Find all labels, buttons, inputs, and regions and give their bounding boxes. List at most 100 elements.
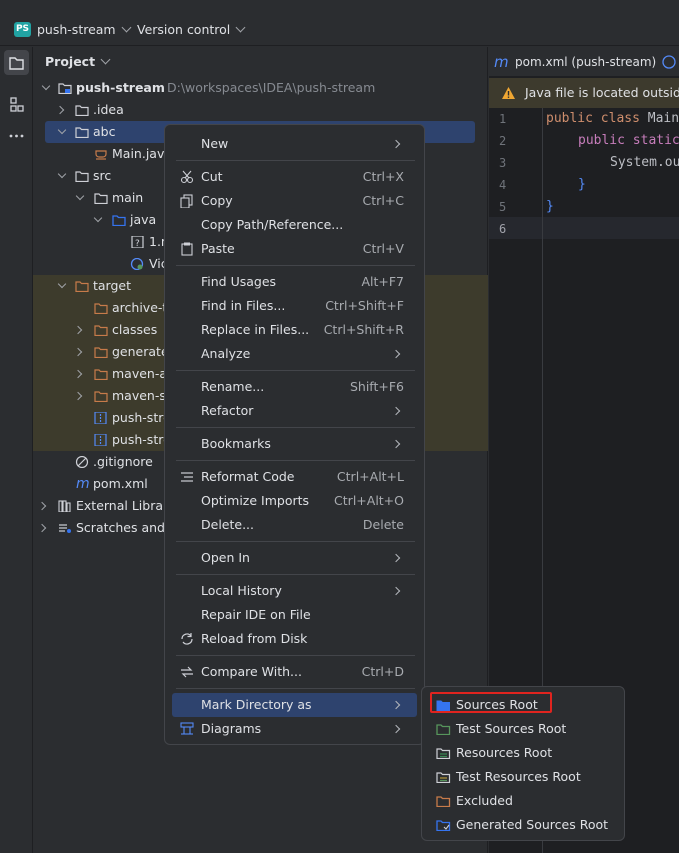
collapse-arrow-icon[interactable] [73,325,83,335]
menu-item-find-usages[interactable]: Find Usages Alt+F7 [172,270,417,294]
menu-item-open-in[interactable]: Open In [172,546,417,570]
menu-item-reload-from-disk[interactable]: Reload from Disk [172,627,417,651]
tree-label: java [130,212,157,227]
tree-label: main [112,190,144,205]
scratches-icon [59,524,71,533]
reload-icon [181,633,193,645]
excluded-folder-icon [94,391,108,402]
collapse-arrow-icon[interactable] [73,369,83,379]
module-folder-icon [58,83,72,94]
editor-tab-label: pom.xml (push-stream) [515,55,657,69]
menu-item-optimize-imports[interactable]: Optimize Imports Ctrl+Alt+O [172,489,417,513]
menu-item-replace-in-files[interactable]: Replace in Files... Ctrl+Shift+R [172,318,417,342]
menu-item-paste[interactable]: Paste Ctrl+V [172,237,417,261]
menu-item-mark-directory-as[interactable]: Mark Directory as [172,693,417,717]
menu-item-analyze[interactable]: Analyze [172,342,417,366]
menu-item-delete[interactable]: Delete... Delete [172,513,417,537]
menu-item-find-in-files[interactable]: Find in Files... Ctrl+Shift+F [172,294,417,318]
folder-icon [9,57,24,70]
folder-icon [94,193,108,204]
editor-tab-pom[interactable]: m pom.xml (push-stream) [489,47,656,77]
submenu-item-generated-sources-root[interactable]: Generated Sources Root [429,813,619,837]
collapse-arrow-icon[interactable] [73,391,83,401]
excluded-folder-icon [94,347,108,358]
generated-sources-folder-icon [436,820,451,831]
project-badge: PS [14,22,31,37]
project-tool-button[interactable] [4,50,29,75]
submenu-item-excluded[interactable]: Excluded [429,789,619,813]
chevron-down-icon [235,22,246,33]
tree-label: .gitignore [93,454,153,469]
menu-item-repair-ide[interactable]: Repair IDE on File [172,603,417,627]
tree-label: push-stream [76,80,165,95]
code-line: } [578,177,586,192]
tree-label: archive-t [112,300,168,315]
menu-item-rename[interactable]: Rename... Shift+F6 [172,375,417,399]
line-number: 2 [499,134,507,148]
menu-item-refactor[interactable]: Refactor [172,399,417,423]
folder-icon [75,127,89,138]
submenu-arrow-icon [391,439,401,449]
tree-label: target [93,278,132,293]
expand-arrow-icon[interactable] [57,279,67,289]
tree-label: push-stre [112,410,171,425]
menu-item-cut[interactable]: Cut Ctrl+X [172,165,417,189]
copy-icon [180,194,193,208]
folder-icon [75,105,89,116]
expand-arrow-icon[interactable] [75,191,85,201]
menu-item-local-history[interactable]: Local History [172,579,417,603]
collapse-arrow-icon[interactable] [37,501,47,511]
annotation-highlight-box [430,692,552,713]
diagram-icon [180,722,194,735]
vcs-widget[interactable]: Version control [137,22,246,37]
editor-warning-banner: Java file is located outside [489,78,679,108]
collapse-arrow-icon[interactable] [73,347,83,357]
collapse-arrow-icon[interactable] [55,105,65,115]
test-resources-folder-icon [436,772,451,783]
project-name: push-stream [37,22,116,37]
java-class-icon [130,258,144,270]
line-number: 5 [499,200,507,214]
expand-arrow-icon[interactable] [57,169,67,179]
tree-label: push-stre [112,432,171,447]
project-pane-header[interactable]: Project [45,54,111,69]
more-tools-button[interactable] [4,123,29,148]
submenu-arrow-icon [391,139,401,149]
maven-file-icon: m [76,476,90,492]
main-menu-bar [0,0,679,8]
menu-item-reformat-code[interactable]: Reformat Code Ctrl+Alt+L [172,465,417,489]
tree-label: maven-st [112,388,171,403]
tree-row-push-stream[interactable]: push-stream D:\workspaces\IDEA\push-stre… [33,77,488,99]
submenu-item-test-resources-root[interactable]: Test Resources Root [429,765,619,789]
menu-item-diagrams[interactable]: Diagrams [172,717,417,741]
submenu-arrow-icon [391,724,401,734]
menu-item-new[interactable]: New [172,132,417,156]
expand-arrow-icon[interactable] [41,81,51,91]
tree-label: .idea [93,102,124,117]
archive-file-icon [94,434,107,446]
chevron-down-icon [100,54,111,65]
ignore-file-icon [75,456,89,468]
expand-arrow-icon[interactable] [57,125,67,135]
menu-item-copy-path[interactable]: Copy Path/Reference... [172,213,417,237]
line-number: 4 [499,178,507,192]
tree-row-idea[interactable]: .idea [33,99,488,121]
menu-item-copy[interactable]: Copy Ctrl+C [172,189,417,213]
tool-window-strip [0,47,33,853]
tree-label: abc [93,124,116,139]
tree-label: pom.xml [93,476,148,491]
vcs-label: Version control [137,22,231,37]
java-class-icon[interactable] [661,54,677,70]
submenu-item-test-sources-root[interactable]: Test Sources Root [429,717,619,741]
structure-tool-button[interactable] [4,92,29,117]
tree-label: External Librari [76,498,172,513]
expand-arrow-icon[interactable] [93,213,103,223]
menu-item-compare-with[interactable]: Compare With... Ctrl+D [172,660,417,684]
menu-item-bookmarks[interactable]: Bookmarks [172,432,417,456]
project-switcher[interactable]: push-stream [37,22,132,37]
collapse-arrow-icon[interactable] [37,523,47,533]
excluded-folder-icon [94,325,108,336]
menu-separator [176,655,415,656]
submenu-item-resources-root[interactable]: Resources Root [429,741,619,765]
warning-icon [502,87,515,99]
